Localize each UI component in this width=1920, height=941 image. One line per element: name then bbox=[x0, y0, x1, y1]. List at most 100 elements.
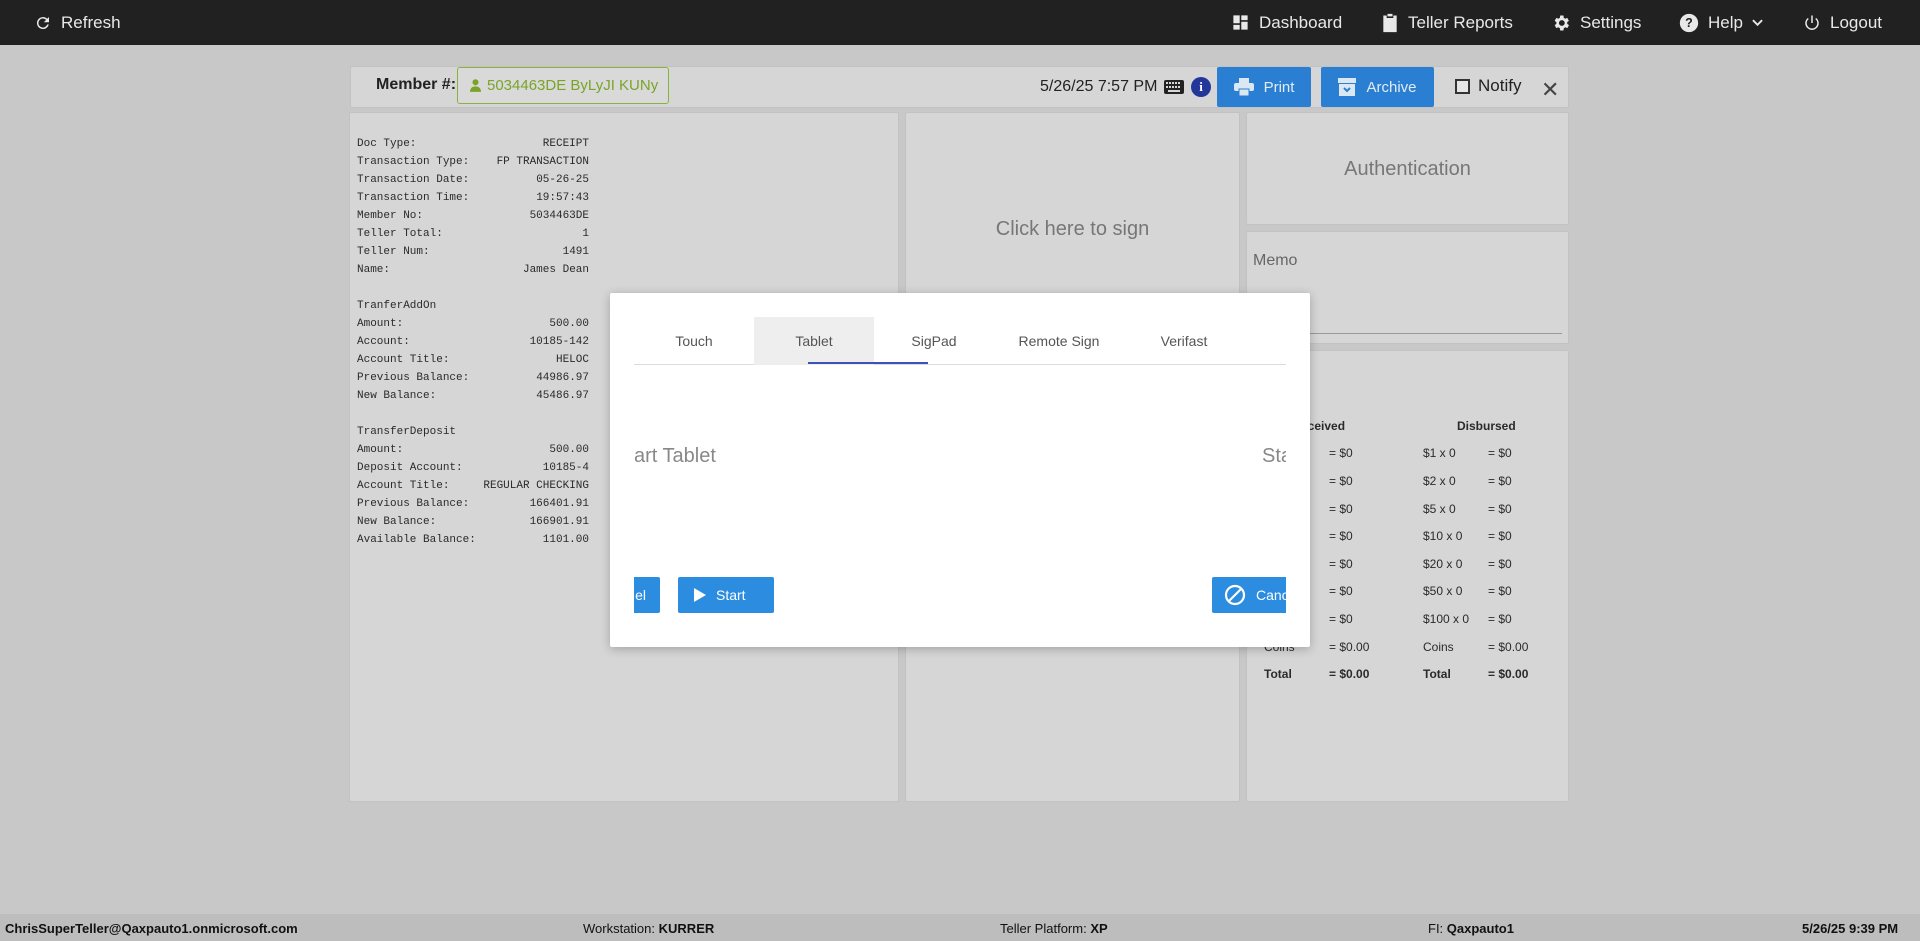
signature-method-tabs: Touch Tablet SigPad Remote Sign Verifast bbox=[634, 317, 1286, 365]
receipt-value: 44986.97 bbox=[536, 372, 589, 384]
disbursed-denomination: $2 x 0 bbox=[1423, 474, 1456, 488]
receipt-label: Amount: bbox=[357, 318, 404, 330]
receipt-value: 10185-142 bbox=[529, 336, 589, 348]
receipt-label: New Balance: bbox=[357, 516, 437, 528]
ban-icon bbox=[1224, 584, 1246, 606]
receipt-row: Transaction Type: FP TRANSACTION bbox=[357, 153, 589, 171]
receipt-value: REGULAR CHECKING bbox=[483, 480, 589, 492]
member-label: Member #: bbox=[376, 76, 457, 93]
cancel-button-partial[interactable]: el bbox=[634, 577, 660, 613]
disbursed-amount: = $0 bbox=[1488, 584, 1512, 598]
start-button[interactable]: Start bbox=[678, 577, 774, 613]
receipt-row: Transaction Date: 05-26-25 bbox=[357, 171, 589, 189]
receipt-text: Doc Type: RECEIPT Transaction Type: FP TRAN… bbox=[357, 135, 589, 549]
receipt-row: Previous Balance: 166401.91 bbox=[357, 495, 589, 513]
svg-text:?: ? bbox=[1685, 16, 1693, 30]
help-menu[interactable]: ? Help bbox=[1679, 0, 1763, 45]
received-amount: = $0.00 bbox=[1329, 667, 1370, 681]
status-user: ChrisSuperTeller@Qaxpauto1.onmicrosoft.c… bbox=[5, 921, 298, 936]
disbursed-amount: = $0 bbox=[1488, 557, 1512, 571]
keyboard-icon[interactable] bbox=[1164, 80, 1184, 94]
receipt-row: Available Balance: 1101.00 bbox=[357, 531, 589, 549]
teller-reports-link[interactable]: Teller Reports bbox=[1381, 0, 1513, 45]
refresh-icon bbox=[36, 16, 49, 29]
receipt-value: 05-26-25 bbox=[536, 174, 589, 186]
cancel-button[interactable]: Canc bbox=[1212, 577, 1286, 613]
disbursed-denomination: $100 x 0 bbox=[1423, 612, 1470, 626]
receipt-row: Amount: 500.00 bbox=[357, 315, 589, 333]
disbursed-denomination: $5 x 0 bbox=[1423, 502, 1456, 516]
signature-method-dialog: Touch Tablet SigPad Remote Sign Verifast… bbox=[610, 293, 1310, 647]
disbursed-denomination: $20 x 0 bbox=[1423, 557, 1463, 571]
close-icon[interactable]: ✕ bbox=[1541, 77, 1559, 103]
archive-icon bbox=[1338, 78, 1357, 96]
authentication-panel[interactable]: Authentication bbox=[1246, 112, 1569, 225]
receipt-row: Account Title: REGULAR CHECKING bbox=[357, 477, 589, 495]
settings-label: Settings bbox=[1580, 12, 1642, 32]
logout-link[interactable]: Logout bbox=[1803, 0, 1882, 45]
receipt-row: Previous Balance: 44986.97 bbox=[357, 369, 589, 387]
receipt-label: Available Balance: bbox=[357, 534, 476, 546]
dashboard-link[interactable]: Dashboard bbox=[1231, 0, 1342, 45]
received-amount: = $0 bbox=[1329, 612, 1353, 626]
notify-checkbox-box[interactable] bbox=[1455, 78, 1470, 94]
refresh-button[interactable]: Refresh bbox=[34, 0, 121, 45]
receipt-row: Name: James Dean bbox=[357, 261, 589, 279]
teller-reports-label: Teller Reports bbox=[1408, 12, 1513, 32]
receipt-label: New Balance: bbox=[357, 390, 437, 402]
receipt-value: 166401.91 bbox=[529, 498, 589, 510]
receipt-value: 19:57:43 bbox=[536, 192, 589, 204]
help-label: Help bbox=[1708, 12, 1743, 32]
received-amount: = $0 bbox=[1329, 529, 1353, 543]
info-icon[interactable]: i bbox=[1191, 77, 1211, 97]
receipt-label: Teller Total: bbox=[357, 228, 443, 240]
receipt-label: TranferAddOn bbox=[357, 300, 437, 312]
receipt-value: 166901.91 bbox=[529, 516, 589, 528]
disbursed-amount: = $0 bbox=[1488, 612, 1512, 626]
tab-sigpad-label: SigPad bbox=[911, 333, 957, 349]
tab-remote-sign[interactable]: Remote Sign bbox=[994, 317, 1124, 365]
receipt-label: Previous Balance: bbox=[357, 498, 470, 510]
gear-icon bbox=[1554, 15, 1569, 30]
disbursed-amount: = $0 bbox=[1488, 502, 1512, 516]
status-fi: FI: Qaxpauto1 bbox=[1428, 921, 1514, 936]
receipt-value: 5034463DE bbox=[529, 210, 589, 222]
member-bar: Member #: 5034463DE ByLyJI KUNy 5/26/25 … bbox=[350, 66, 1569, 108]
disbursed-amount: = $0 bbox=[1488, 446, 1512, 460]
receipt-row: Account Title: HELOC bbox=[357, 351, 589, 369]
tab-sigpad[interactable]: SigPad bbox=[874, 317, 994, 365]
tab-verifast[interactable]: Verifast bbox=[1124, 317, 1244, 365]
archive-button[interactable]: Archive bbox=[1321, 67, 1434, 107]
archive-label: Archive bbox=[1366, 78, 1417, 96]
status-platform: Teller Platform: XP bbox=[1000, 921, 1108, 936]
receipt-value: 45486.97 bbox=[536, 390, 589, 402]
receipt-label: Name: bbox=[357, 264, 391, 276]
receipt-label: Previous Balance: bbox=[357, 372, 470, 384]
authentication-label: Authentication bbox=[1344, 158, 1471, 180]
received-amount: = $0 bbox=[1329, 502, 1353, 516]
logout-label: Logout bbox=[1830, 12, 1882, 32]
disbursed-amount: = $0 bbox=[1488, 529, 1512, 543]
receipt-value: James Dean bbox=[522, 264, 589, 276]
status-datetime: 5/26/25 9:39 PM bbox=[1802, 921, 1899, 936]
receipt-value: 1491 bbox=[562, 246, 589, 258]
received-amount: = $0.00 bbox=[1329, 640, 1370, 654]
member-number-button[interactable]: 5034463DE ByLyJI KUNy bbox=[457, 67, 669, 104]
disbursed-amount: = $0.00 bbox=[1488, 667, 1529, 681]
notify-checkbox[interactable]: Notify bbox=[1455, 76, 1521, 96]
receipt-value: HELOC bbox=[555, 354, 589, 366]
status-workstation: Workstation: KURRER bbox=[583, 921, 715, 936]
sign-prompt[interactable]: Click here to sign bbox=[906, 218, 1239, 241]
receipt-value: 500.00 bbox=[549, 318, 589, 330]
receipt-row: Teller Num: 1491 bbox=[357, 243, 589, 261]
print-button[interactable]: Print bbox=[1217, 67, 1311, 107]
receipt-label: Account: bbox=[357, 336, 410, 348]
help-icon: ? bbox=[1679, 13, 1699, 32]
disbursed-denomination: $1 x 0 bbox=[1423, 446, 1456, 460]
receipt-label: Transaction Time: bbox=[357, 192, 470, 204]
tab-tablet[interactable]: Tablet bbox=[754, 317, 874, 365]
tab-verifast-label: Verifast bbox=[1160, 333, 1208, 349]
tab-touch[interactable]: Touch bbox=[634, 317, 754, 365]
received-amount: = $0 bbox=[1329, 557, 1353, 571]
settings-link[interactable]: Settings bbox=[1551, 0, 1641, 45]
